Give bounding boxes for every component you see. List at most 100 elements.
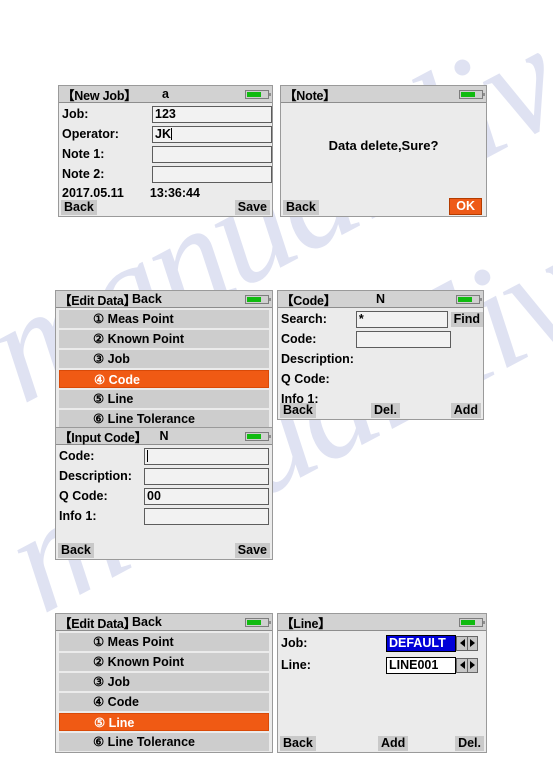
line-title: 【Line】 <box>281 616 331 631</box>
panel-code: 【Code】 N Search: * Find Code: Descriptio… <box>277 290 484 420</box>
line-form: Job: DEFAULT Line: LINE001 <box>278 633 486 675</box>
battery-icon <box>245 432 271 441</box>
code-titlebar: 【Code】 N <box>278 291 483 308</box>
menu-item-code[interactable]: ④ Code <box>59 370 269 388</box>
note-titlebar: 【Note】 <box>281 86 486 103</box>
field-row-code: Code: <box>56 446 272 466</box>
battery-icon <box>245 90 271 99</box>
code-indicator: N <box>375 292 386 306</box>
panel-new-job: 【New Job】 a Job: 123 Operator: JK Note 1… <box>58 85 273 217</box>
field-row-info1: Info 1: <box>56 506 272 526</box>
qcode-input[interactable]: 00 <box>144 487 269 505</box>
description-label: Description: <box>281 352 354 366</box>
menu-item-known-point[interactable]: ② Known Point <box>59 330 269 348</box>
search-label: Search: <box>281 312 327 326</box>
note-title: 【Note】 <box>284 88 336 103</box>
new-job-indicator: a <box>162 87 169 101</box>
spinner-left-icon[interactable] <box>456 657 467 673</box>
note-footer: Back OK <box>281 198 486 216</box>
note2-input[interactable] <box>152 165 272 183</box>
menu-item-meas-point[interactable]: ① Meas Point <box>59 633 269 651</box>
field-row-qcode: Q Code: 00 <box>56 486 272 506</box>
panel-edit-data-code: 【Edit Data】 Back ① Meas Point ② Known Po… <box>55 290 273 430</box>
edit-data-menu: ① Meas Point ② Known Point ③ Job ④ Code … <box>56 631 272 751</box>
edit-data-menu: ① Meas Point ② Known Point ③ Job ④ Code … <box>56 308 272 428</box>
spinner-left-icon[interactable] <box>456 635 467 651</box>
job-spinner[interactable] <box>456 635 478 651</box>
field-row-job: Job: DEFAULT <box>278 633 486 653</box>
line-spinner[interactable] <box>456 657 478 673</box>
delete-button[interactable]: Del. <box>455 736 484 751</box>
ok-button[interactable]: OK <box>449 198 482 215</box>
edit-data-title: 【Edit Data】 <box>59 616 136 631</box>
description-input[interactable] <box>144 467 269 485</box>
line-value[interactable]: LINE001 <box>386 656 456 674</box>
menu-item-meas-point[interactable]: ① Meas Point <box>59 310 269 328</box>
note1-input[interactable] <box>152 145 272 163</box>
new-job-form: Job: 123 Operator: JK Note 1: Note 2: 20… <box>59 104 272 202</box>
field-row-job: Job: 123 <box>59 104 272 124</box>
panel-note: 【Note】 Data delete,Sure? Back OK <box>280 85 487 217</box>
back-button[interactable]: Back <box>61 200 97 215</box>
input-code-footer: Back Save <box>56 541 272 559</box>
menu-item-line[interactable]: ⑤ Line <box>59 713 269 731</box>
operator-input[interactable]: JK <box>152 125 272 143</box>
spinner-right-icon[interactable] <box>467 657 478 673</box>
battery-icon <box>456 295 482 304</box>
menu-item-job[interactable]: ③ Job <box>59 350 269 368</box>
code-label: Code: <box>281 332 317 346</box>
field-row-description: Description: <box>56 466 272 486</box>
add-button[interactable]: Add <box>450 403 481 418</box>
menu-item-line-tolerance[interactable]: ⑥ Line Tolerance <box>59 733 269 751</box>
field-row-search: Search: * Find <box>278 309 483 329</box>
note1-label: Note 1: <box>62 147 105 161</box>
menu-item-code[interactable]: ④ Code <box>59 693 269 711</box>
field-row-note1: Note 1: <box>59 144 272 164</box>
delete-button[interactable]: Del. <box>371 403 400 418</box>
field-row-code: Code: <box>278 329 483 349</box>
info1-input[interactable] <box>144 507 269 525</box>
job-label: Job: <box>62 107 89 121</box>
back-button[interactable]: Back <box>280 736 316 751</box>
menu-item-known-point[interactable]: ② Known Point <box>59 653 269 671</box>
qcode-label: Q Code: <box>281 372 330 386</box>
menu-item-line-tolerance[interactable]: ⑥ Line Tolerance <box>59 410 269 428</box>
menu-item-line[interactable]: ⑤ Line <box>59 390 269 408</box>
menu-item-job[interactable]: ③ Job <box>59 673 269 691</box>
panel-input-code: 【Input Code】 N Code: Description: Q Code… <box>55 427 273 560</box>
job-value[interactable]: DEFAULT <box>386 634 456 652</box>
code-form: Search: * Find Code: Description: Q Code… <box>278 309 483 409</box>
back-button[interactable]: Back <box>58 543 94 558</box>
field-row-qcode: Q Code: <box>278 369 483 389</box>
panel-line: 【Line】 Job: DEFAULT Line: LINE001 Back A… <box>277 613 487 753</box>
find-button[interactable]: Find <box>450 311 483 327</box>
edit-data-titlebar: 【Edit Data】 Back <box>56 614 272 631</box>
panel-edit-data-line: 【Edit Data】 Back ① Meas Point ② Known Po… <box>55 613 273 753</box>
operator-label: Operator: <box>62 127 119 141</box>
line-titlebar: 【Line】 <box>278 614 486 631</box>
save-button[interactable]: Save <box>234 543 270 558</box>
search-input[interactable]: * <box>355 310 448 328</box>
code-input[interactable] <box>356 330 451 348</box>
back-button[interactable]: Back <box>283 200 319 215</box>
spinner-right-icon[interactable] <box>467 635 478 651</box>
field-row-description: Description: <box>278 349 483 369</box>
job-label: Job: <box>281 636 308 650</box>
note2-label: Note 2: <box>62 167 105 181</box>
code-input[interactable] <box>144 447 269 465</box>
input-code-indicator: N <box>159 429 169 443</box>
battery-icon <box>459 618 485 627</box>
save-button[interactable]: Save <box>234 200 270 215</box>
line-label: Line: <box>281 658 311 672</box>
info1-label: Info 1: <box>59 509 97 523</box>
back-button[interactable]: Back <box>280 403 316 418</box>
code-footer: Back Del. Add <box>278 401 483 419</box>
field-row-operator: Operator: JK <box>59 124 272 144</box>
battery-icon <box>245 618 271 627</box>
qcode-label: Q Code: <box>59 489 108 503</box>
add-button[interactable]: Add <box>378 736 409 751</box>
job-input[interactable]: 123 <box>152 105 272 123</box>
field-row-note2: Note 2: <box>59 164 272 184</box>
note-message: Data delete,Sure? <box>328 138 439 153</box>
battery-icon <box>459 90 485 99</box>
